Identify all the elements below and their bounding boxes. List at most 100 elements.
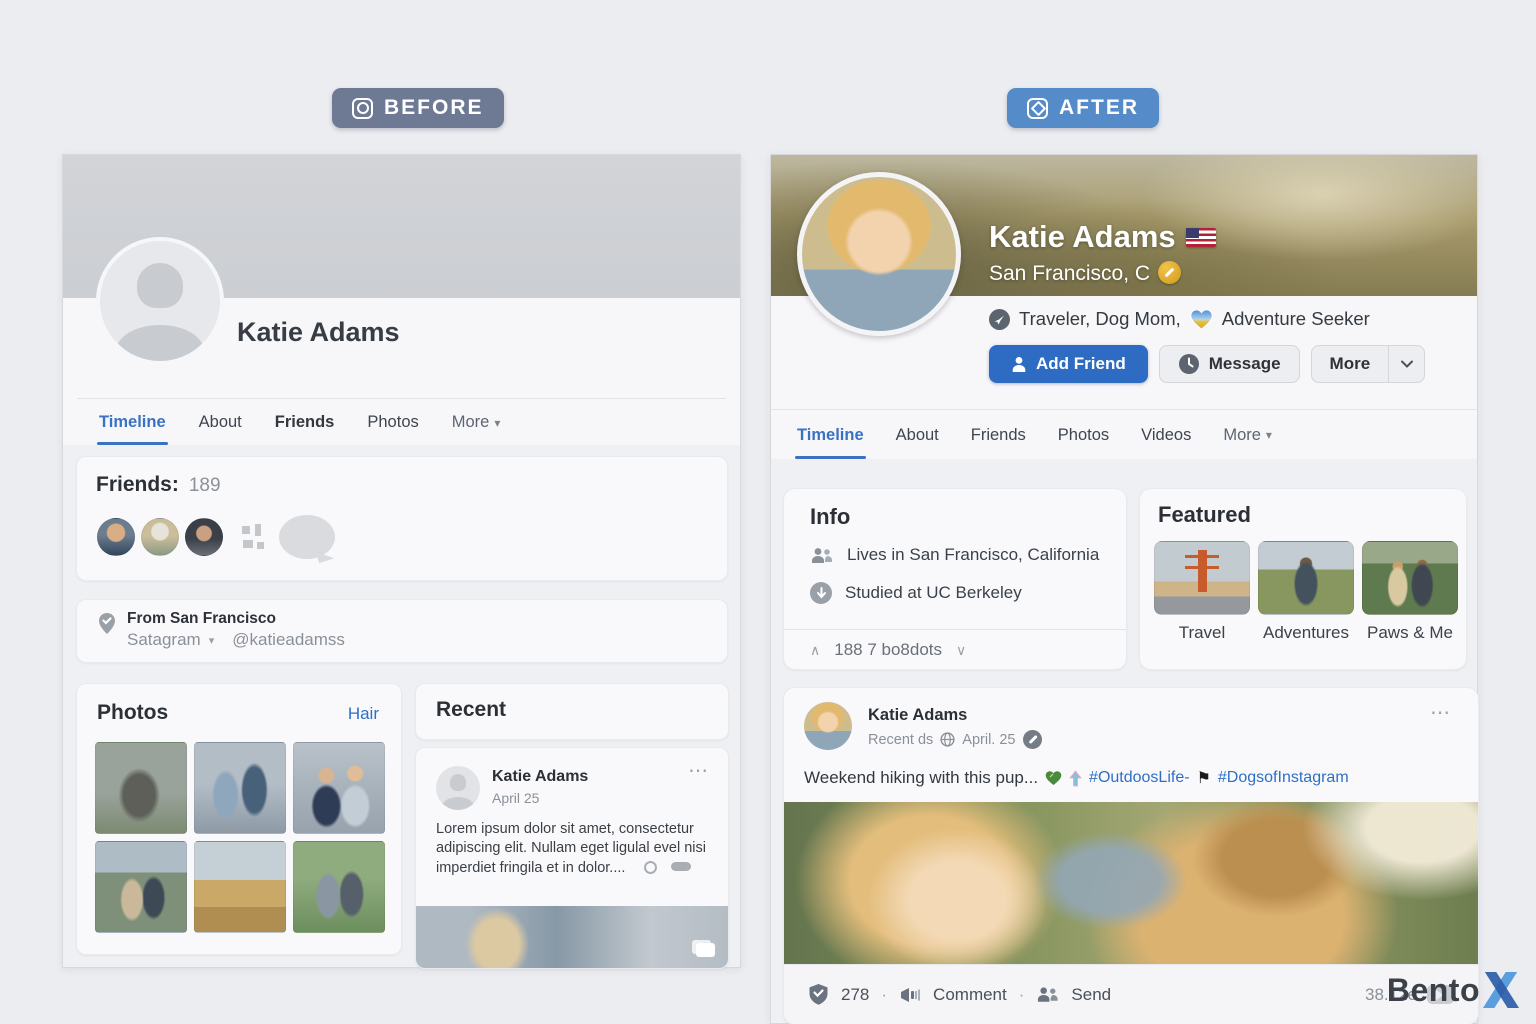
location-card: From San Francisco Satagram ▾ @katieadam… xyxy=(76,599,728,663)
info-lives-in: Lives in San Francisco, California xyxy=(847,545,1099,565)
profile-photo[interactable] xyxy=(797,172,961,336)
message-button[interactable]: Message xyxy=(1159,345,1300,383)
traveler-badge-icon xyxy=(989,309,1010,330)
people-icon xyxy=(810,547,834,564)
friend-avatar[interactable] xyxy=(185,518,223,556)
social-handle[interactable]: @katieadamss xyxy=(232,630,345,650)
tab-about[interactable]: About xyxy=(199,400,242,445)
verified-badge-icon xyxy=(1158,261,1181,284)
photos-see-all-link[interactable]: Hair xyxy=(348,704,379,724)
megaphone-icon xyxy=(899,986,921,1004)
post-action-bar: 278 · Comment · Send 38.12e xyxy=(784,964,1478,1024)
post-author-avatar[interactable] xyxy=(804,702,852,750)
photo-thumbnail[interactable] xyxy=(293,841,385,933)
photo-thumbnail[interactable] xyxy=(194,841,286,933)
photo-thumbnail[interactable] xyxy=(95,742,187,834)
tab-friends[interactable]: Friends xyxy=(275,400,335,445)
leaf-heart-icon xyxy=(1045,770,1062,786)
post-author-avatar-placeholder[interactable] xyxy=(436,766,480,810)
down-circle-icon xyxy=(810,582,832,604)
separator: · xyxy=(1019,985,1025,1005)
profile-avatar-placeholder[interactable] xyxy=(96,237,224,365)
photo-thumbnail[interactable] xyxy=(194,742,286,834)
tab-more[interactable]: More▾ xyxy=(452,400,501,445)
post-author-name[interactable]: Katie Adams xyxy=(868,706,967,725)
add-friend-label: Add Friend xyxy=(1036,354,1126,374)
black-flag-icon: ⚑ xyxy=(1197,768,1211,788)
post-menu-button[interactable]: ⋯ xyxy=(688,766,710,776)
app-name[interactable]: Satagram xyxy=(127,630,201,650)
chevron-up-icon[interactable]: ∧ xyxy=(810,642,820,659)
post-body: Lorem ipsum dolor sit amet, consectetur … xyxy=(436,820,712,878)
photos-card-title: Photos xyxy=(97,701,168,725)
photo-thumbnail[interactable] xyxy=(95,841,187,933)
after-badge-label: AFTER xyxy=(1059,96,1139,120)
profile-name: Katie Adams xyxy=(989,219,1176,255)
clock-icon xyxy=(1178,353,1200,375)
photos-grid xyxy=(95,742,385,933)
profile-tabs: Timeline About Friends Photos More▾ xyxy=(99,400,500,445)
friend-avatar[interactable] xyxy=(141,518,179,556)
tab-photos[interactable]: Photos xyxy=(1058,411,1109,459)
profile-header: Katie Adams Timeline About Friends Photo… xyxy=(63,155,740,445)
comment-button[interactable]: Comment xyxy=(933,985,1007,1005)
post-meta-date: April. 25 xyxy=(962,732,1015,748)
post-author-name[interactable]: Katie Adams xyxy=(492,768,588,786)
message-label: Message xyxy=(1209,354,1281,374)
tab-timeline[interactable]: Timeline xyxy=(99,400,166,445)
featured-thumb-travel[interactable] xyxy=(1154,541,1250,615)
chevron-down-icon: ▾ xyxy=(1266,428,1272,442)
tab-videos[interactable]: Videos xyxy=(1141,411,1191,459)
profile-location: San Francisco, C xyxy=(989,262,1150,285)
before-badge: BEFORE xyxy=(332,88,504,128)
hashtag-link[interactable]: #OutdoosLife- xyxy=(1089,769,1190,787)
post-menu-button[interactable]: ⋯ xyxy=(1430,708,1452,718)
add-friend-button[interactable]: Add Friend xyxy=(989,345,1148,383)
post-photo[interactable] xyxy=(784,802,1478,966)
friend-avatar-placeholder xyxy=(279,515,335,559)
chevron-down-icon: ▾ xyxy=(494,416,500,430)
page: BEFORE AFTER Katie Adams Timeline About … xyxy=(0,0,1536,1024)
featured-item: Paws & Me xyxy=(1362,541,1458,643)
friend-avatar[interactable] xyxy=(97,518,135,556)
send-button[interactable]: Send xyxy=(1071,985,1111,1005)
shield-like-icon[interactable] xyxy=(808,983,829,1006)
chevron-down-icon xyxy=(1401,360,1413,368)
info-studied-at: Studied at UC Berkeley xyxy=(845,583,1022,603)
recent-card-title: Recent xyxy=(436,698,506,722)
featured-label: Travel xyxy=(1154,623,1250,643)
person-add-icon xyxy=(1011,356,1027,373)
profile-header: Katie Adams San Francisco, C Traveler, D… xyxy=(771,155,1477,459)
heart-badge-icon xyxy=(1190,309,1213,330)
featured-card: Featured Travel Adventures Paws & Me xyxy=(1139,488,1467,670)
tab-timeline[interactable]: Timeline xyxy=(797,411,864,459)
friends-count: 189 xyxy=(189,475,221,497)
more-dropdown-button[interactable] xyxy=(1388,346,1424,382)
post-image[interactable] xyxy=(416,906,728,968)
chevron-down-icon[interactable]: ∨ xyxy=(956,642,966,659)
photo-thumbnail[interactable] xyxy=(293,742,385,834)
more-button[interactable]: More xyxy=(1312,346,1389,382)
bentox-logo: Bento xyxy=(1387,970,1520,1010)
tab-about[interactable]: About xyxy=(896,411,939,459)
tab-more[interactable]: More▾ xyxy=(1223,411,1272,459)
tab-friends[interactable]: Friends xyxy=(971,411,1026,459)
featured-thumb-paws[interactable] xyxy=(1362,541,1458,615)
hashtag-link[interactable]: #DogsofInstagram xyxy=(1218,769,1349,787)
info-card: Info Lives in San Francisco, California … xyxy=(783,488,1127,670)
photos-card: Photos Hair xyxy=(76,683,402,955)
camera-icon xyxy=(1027,98,1048,119)
featured-thumb-adventures[interactable] xyxy=(1258,541,1354,615)
featured-item: Travel xyxy=(1154,541,1250,643)
divider xyxy=(784,629,1126,630)
stacked-photos-icon xyxy=(692,940,716,958)
featured-label: Paws & Me xyxy=(1362,623,1458,643)
arrow-up-icon xyxy=(1069,770,1082,787)
tagline-part1: Traveler, Dog Mom, xyxy=(1019,308,1181,330)
logo-text: Bento xyxy=(1387,972,1480,1009)
tagline-part2: Adventure Seeker xyxy=(1222,308,1370,330)
location-title: From San Francisco xyxy=(127,610,276,628)
featured-card-title: Featured xyxy=(1158,502,1251,528)
chevron-down-icon[interactable]: ▾ xyxy=(209,634,215,647)
tab-photos[interactable]: Photos xyxy=(367,400,418,445)
